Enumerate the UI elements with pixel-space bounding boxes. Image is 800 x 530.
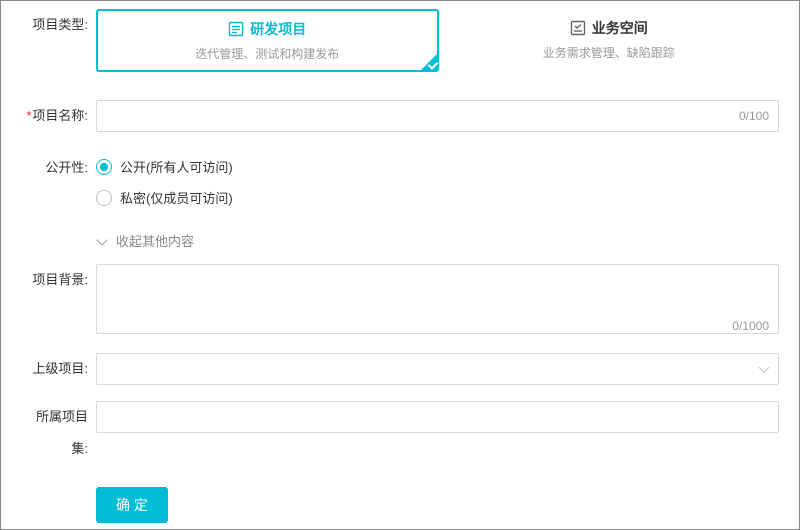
row-visibility: 公开性: 公开(所有人可访问) 私密(仅成员可访问)	[1, 152, 799, 231]
confirm-button[interactable]: 确 定	[96, 487, 168, 523]
label-project-type: 项目类型:	[21, 9, 96, 41]
chevron-down-icon	[96, 236, 106, 246]
project-name-counter: 0/100	[739, 100, 769, 132]
label-parent-project: 上级项目:	[21, 353, 96, 385]
type-card-dev-title: 研发项目	[250, 19, 306, 39]
row-project-set: 所属项目集:	[1, 401, 799, 481]
row-project-name: *项目名称: 0/100	[1, 92, 799, 152]
row-background: 项目背景: 0/1000	[1, 264, 799, 353]
radio-public-indicator	[96, 159, 112, 175]
radio-private[interactable]: 私密(仅成员可访问)	[96, 188, 779, 207]
type-card-dev[interactable]: 研发项目 迭代管理、测试和构建发布	[96, 9, 439, 72]
radio-public[interactable]: 公开(所有人可访问)	[96, 157, 779, 176]
radio-private-label: 私密(仅成员可访问)	[120, 188, 233, 207]
label-project-set: 所属项目集:	[21, 401, 96, 465]
required-star: *	[26, 108, 31, 123]
project-name-input[interactable]	[96, 100, 779, 132]
radio-public-label: 公开(所有人可访问)	[120, 157, 233, 176]
collapse-label: 收起其他内容	[116, 231, 194, 250]
type-card-biz-title: 业务空间	[592, 18, 648, 38]
type-card-biz[interactable]: 业务空间 业务需求管理、缺陷跟踪	[439, 9, 780, 72]
project-type-cards: 研发项目 迭代管理、测试和构建发布 业务空间 业务需求管理、缺	[96, 9, 779, 72]
project-set-select[interactable]	[96, 401, 779, 433]
action-row: 确 定	[1, 481, 799, 523]
chevron-down-icon	[758, 362, 769, 373]
row-project-type: 项目类型: 研发项目 迭代管理、测试和构建发布	[1, 1, 799, 92]
label-project-name: *项目名称:	[21, 100, 96, 132]
background-counter: 0/1000	[732, 319, 769, 333]
radio-private-indicator	[96, 190, 112, 206]
background-textarea[interactable]	[96, 264, 779, 334]
type-card-dev-desc: 迭代管理、测试和构建发布	[98, 45, 437, 62]
row-parent-project: 上级项目:	[1, 353, 799, 401]
collapse-toggle[interactable]: 收起其他内容	[1, 231, 799, 264]
create-project-modal: 项目类型: 研发项目 迭代管理、测试和构建发布	[0, 0, 800, 530]
label-visibility: 公开性:	[21, 152, 96, 184]
parent-project-select[interactable]	[96, 353, 779, 385]
selected-check-icon	[420, 53, 438, 71]
label-background: 项目背景:	[21, 264, 96, 296]
type-card-biz-desc: 业务需求管理、缺陷跟踪	[440, 44, 779, 61]
biz-space-icon	[570, 20, 586, 36]
dev-project-icon	[228, 21, 244, 37]
